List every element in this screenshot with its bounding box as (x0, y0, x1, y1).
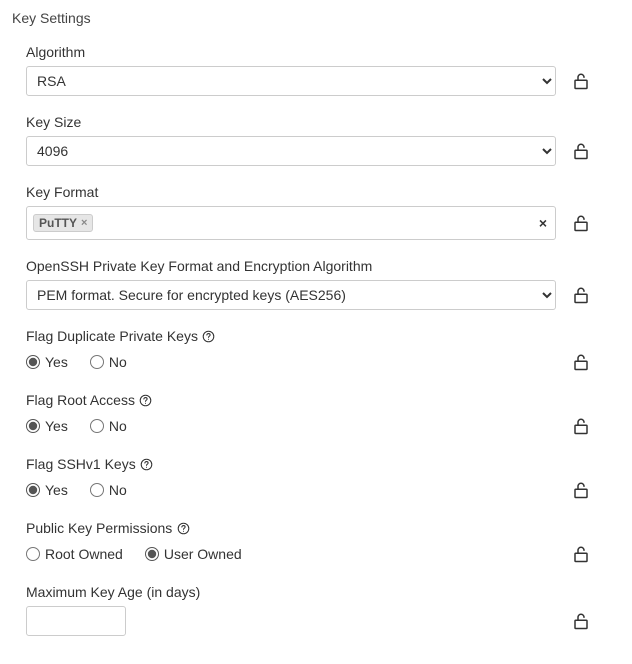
field-openssh-format: OpenSSH Private Key Format and Encryptio… (26, 258, 622, 310)
field-public-key-permissions: Public Key Permissions Root Owned User O… (26, 520, 622, 566)
public-key-permissions-label: Public Key Permissions (26, 520, 172, 536)
algorithm-lock-button[interactable] (570, 69, 592, 93)
key-format-lock-button[interactable] (570, 211, 592, 235)
field-flag-sshv1: Flag SSHv1 Keys Yes No (26, 456, 622, 502)
flag-duplicate-yes[interactable]: Yes (26, 354, 68, 370)
algorithm-label: Algorithm (26, 44, 622, 60)
max-key-age-lock-button[interactable] (570, 609, 592, 633)
unlock-icon (572, 213, 590, 233)
flag-root-label: Flag Root Access (26, 392, 135, 408)
flag-sshv1-label: Flag SSHv1 Keys (26, 456, 136, 472)
field-algorithm: Algorithm RSA (26, 44, 622, 96)
permissions-root-owned[interactable]: Root Owned (26, 546, 123, 562)
field-flag-root: Flag Root Access Yes No (26, 392, 622, 438)
max-key-age-label: Maximum Key Age (in days) (26, 584, 622, 600)
public-key-permissions-group: Root Owned User Owned (26, 546, 556, 562)
help-icon[interactable] (176, 521, 190, 535)
flag-root-no[interactable]: No (90, 418, 127, 434)
flag-duplicate-label: Flag Duplicate Private Keys (26, 328, 198, 344)
unlock-icon (572, 480, 590, 500)
field-max-key-age: Maximum Key Age (in days) (26, 584, 622, 636)
help-icon[interactable] (139, 393, 153, 407)
key-size-select[interactable]: 4096 (26, 136, 556, 166)
flag-sshv1-yes[interactable]: Yes (26, 482, 68, 498)
openssh-format-lock-button[interactable] (570, 283, 592, 307)
flag-duplicate-group: Yes No (26, 354, 556, 370)
flag-root-lock-button[interactable] (570, 414, 592, 438)
unlock-icon (572, 416, 590, 436)
unlock-icon (572, 544, 590, 564)
unlock-icon (572, 141, 590, 161)
unlock-icon (572, 611, 590, 631)
help-icon[interactable] (202, 329, 216, 343)
key-size-label: Key Size (26, 114, 622, 130)
key-format-tag: PuTTY × (33, 214, 93, 232)
unlock-icon (572, 352, 590, 372)
flag-root-group: Yes No (26, 418, 556, 434)
clear-all-icon[interactable]: × (539, 215, 547, 231)
flag-sshv1-no[interactable]: No (90, 482, 127, 498)
unlock-icon (572, 285, 590, 305)
field-flag-duplicate: Flag Duplicate Private Keys Yes No (26, 328, 622, 374)
tag-remove-icon[interactable]: × (81, 218, 87, 229)
flag-duplicate-lock-button[interactable] (570, 350, 592, 374)
flag-sshv1-lock-button[interactable] (570, 478, 592, 502)
key-format-tag-label: PuTTY (39, 216, 77, 230)
algorithm-select[interactable]: RSA (26, 66, 556, 96)
flag-sshv1-group: Yes No (26, 482, 556, 498)
field-key-format: Key Format PuTTY × × (26, 184, 622, 240)
key-format-input[interactable]: PuTTY × × (26, 206, 556, 240)
unlock-icon (572, 71, 590, 91)
help-icon[interactable] (140, 457, 154, 471)
flag-duplicate-no[interactable]: No (90, 354, 127, 370)
key-format-label: Key Format (26, 184, 622, 200)
section-title: Key Settings (10, 10, 622, 26)
flag-root-yes[interactable]: Yes (26, 418, 68, 434)
max-key-age-input[interactable] (26, 606, 126, 636)
openssh-format-label: OpenSSH Private Key Format and Encryptio… (26, 258, 622, 274)
public-key-permissions-lock-button[interactable] (570, 542, 592, 566)
field-key-size: Key Size 4096 (26, 114, 622, 166)
openssh-format-select[interactable]: PEM format. Secure for encrypted keys (A… (26, 280, 556, 310)
key-size-lock-button[interactable] (570, 139, 592, 163)
permissions-user-owned[interactable]: User Owned (145, 546, 242, 562)
